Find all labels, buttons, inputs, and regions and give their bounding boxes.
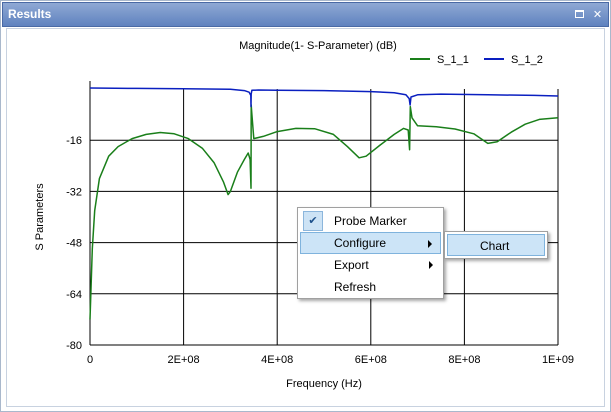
results-window: Results ✕ 0 2E+08 4E+08 6E+08 8E+08 1E+09 -16-… bbox=[0, 0, 611, 412]
x-tick-label: 1E+09 bbox=[542, 354, 574, 366]
y-tick-label: -32 bbox=[66, 186, 82, 198]
submenu-arrow-icon bbox=[428, 240, 432, 248]
submenu-item-chart[interactable]: Chart bbox=[447, 234, 545, 256]
x-axis-label: Frequency (Hz) bbox=[286, 378, 362, 390]
legend: S_1_1 S_1_2 bbox=[410, 54, 543, 66]
submenu-arrow-icon bbox=[429, 261, 433, 269]
legend-label: S_1_2 bbox=[511, 54, 543, 66]
legend-label: S_1_1 bbox=[437, 54, 469, 66]
checkmark-icon: ✔ bbox=[303, 211, 323, 231]
x-tick-label: 0 bbox=[87, 354, 93, 366]
y-tick-label: -80 bbox=[66, 340, 82, 352]
x-tick-label: 2E+08 bbox=[168, 354, 200, 366]
series-line-s-1-2 bbox=[89, 87, 559, 108]
menu-item-label: Refresh bbox=[334, 280, 377, 294]
menu-item-refresh[interactable]: Refresh bbox=[300, 276, 441, 298]
x-tick-label: 8E+08 bbox=[448, 354, 480, 366]
menu-item-probe-marker[interactable]: ✔ Probe Marker bbox=[300, 210, 441, 232]
menu-item-label: Probe Marker bbox=[334, 214, 407, 228]
y-axis-label: S Parameters bbox=[34, 183, 46, 251]
menu-item-label: Configure bbox=[334, 236, 387, 250]
x-tick-label: 6E+08 bbox=[355, 354, 387, 366]
menu-item-export[interactable]: Export bbox=[300, 254, 441, 276]
chart-title: Magnitude(1- S-Parameter) (dB) bbox=[239, 40, 397, 52]
y-tick-label: -48 bbox=[66, 238, 82, 250]
configure-submenu: Chart bbox=[444, 231, 548, 259]
submenu-item-label: Chart bbox=[480, 239, 510, 253]
x-tick-label: 4E+08 bbox=[261, 354, 293, 366]
y-tick-label: -64 bbox=[66, 289, 82, 301]
context-menu: ✔ Probe Marker Configure Export Refresh bbox=[297, 207, 444, 299]
y-tick-label: -16 bbox=[66, 135, 82, 147]
menu-item-label: Export bbox=[334, 258, 369, 272]
menu-item-configure[interactable]: Configure bbox=[300, 232, 441, 254]
